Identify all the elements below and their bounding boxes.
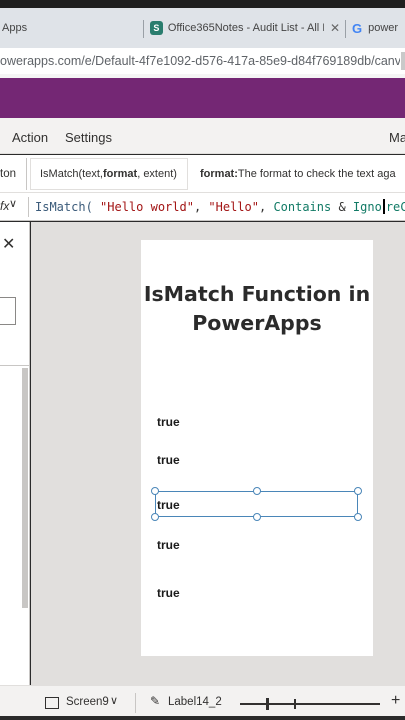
tab-close-icon[interactable]: ✕ (330, 21, 340, 35)
tab-google-label: power (368, 22, 399, 34)
sharepoint-icon: S (150, 21, 163, 35)
tab-audit-list[interactable]: S Office365Notes - Audit List - All Iter… (150, 8, 340, 48)
token-sep-2: , (258, 200, 274, 214)
screen-title[interactable]: IsMatch Function in PowerApps (141, 280, 373, 338)
resize-handle[interactable] (253, 513, 261, 521)
zoom-slider-thumb[interactable] (266, 698, 269, 710)
browser-tab-strip: Apps S Office365Notes - Audit List - All… (0, 8, 405, 48)
token-function: IsMatch( (35, 200, 93, 214)
result-label-3-selected[interactable]: true (157, 498, 180, 512)
tab-separator (345, 20, 346, 38)
panel-search-input[interactable] (0, 297, 16, 325)
resize-handle[interactable] (253, 487, 261, 495)
close-icon[interactable]: ✕ (2, 234, 15, 254)
fx-icon: fx (0, 199, 10, 213)
tab-audit-label: Office365Notes - Audit List - All Iter (167, 22, 324, 34)
chevron-down-icon[interactable]: ∨ (9, 197, 17, 210)
formula-divider (28, 197, 29, 217)
resize-handle[interactable] (354, 513, 362, 521)
function-signature: IsMatch(text, format, extent) (30, 158, 188, 190)
app-screen[interactable]: IsMatch Function in PowerApps true true … (141, 240, 373, 656)
resize-handle[interactable] (151, 487, 159, 495)
resize-handle[interactable] (354, 487, 362, 495)
tab-google[interactable]: G power (352, 8, 405, 48)
status-bar: Screen9 ∨ ✎ Label14_2 + (0, 685, 405, 720)
result-label-1[interactable]: true (157, 415, 180, 429)
param-name: format: (200, 168, 238, 180)
param-description: format: The format to check the text aga (200, 158, 405, 190)
properties-panel: ✕ (0, 222, 30, 685)
google-icon: G (352, 20, 363, 36)
status-divider (135, 693, 136, 713)
zoom-in-icon[interactable]: + (391, 692, 400, 710)
property-dropdown-fragment[interactable]: ton (0, 158, 27, 190)
resize-handle[interactable] (151, 513, 159, 521)
text-cursor (382, 199, 385, 214)
menu-settings[interactable]: Settings (65, 130, 112, 145)
menu-more-fragment[interactable]: Ma (389, 130, 405, 145)
os-top-edge (0, 0, 405, 8)
token-string-2: "Hello" (208, 200, 259, 214)
powerapps-header (0, 78, 405, 118)
panel-divider (0, 365, 30, 366)
param-desc: The format to check the text aga (237, 168, 396, 180)
result-label-2[interactable]: true (157, 453, 180, 467)
result-label-5[interactable]: true (157, 586, 180, 600)
ribbon-menu: Action Settings Ma (0, 118, 405, 154)
formula-bar: fx ∨ IsMatch( "Hello world", "Hello", Co… (0, 193, 405, 221)
window-bottom-edge (0, 716, 405, 720)
property-fragment-label: ton (0, 168, 16, 180)
tab-apps[interactable]: Apps (0, 8, 40, 48)
formula-input[interactable]: IsMatch( "Hello world", "Hello", Contain… (35, 199, 405, 214)
token-string-1: "Hello world" (100, 200, 194, 214)
zoom-slider-tick (294, 699, 296, 709)
screen-icon (45, 697, 59, 709)
zoom-slider[interactable] (240, 703, 380, 705)
signature-prefix: IsMatch(text, (40, 168, 103, 180)
result-label-4[interactable]: true (157, 538, 180, 552)
signature-suffix: , extent) (137, 168, 177, 180)
token-ampersand: & (331, 200, 353, 214)
panel-scrollbar[interactable] (22, 368, 28, 608)
url-text: owerapps.com/e/Default-4f7e1092-d576-417… (0, 54, 400, 68)
tab-apps-label: Apps (2, 22, 28, 34)
screen-selector[interactable]: Screen9 (66, 696, 109, 708)
tab-separator (143, 20, 144, 38)
token-contains: Contains (273, 200, 332, 214)
menu-action[interactable]: Action (12, 130, 48, 145)
address-bar[interactable]: owerapps.com/e/Default-4f7e1092-d576-417… (0, 48, 405, 74)
label-edit-icon: ✎ (150, 694, 161, 708)
address-bar-edge (401, 52, 405, 70)
token-sep-1: , (193, 200, 209, 214)
function-hint-bar: ton IsMatch(text, format, extent) format… (0, 155, 405, 193)
control-selector[interactable]: Label14_2 (168, 696, 222, 708)
signature-active-param: format (102, 168, 138, 180)
chevron-down-icon[interactable]: ∨ (110, 694, 118, 707)
token-ignorecase-end: reC (385, 200, 405, 214)
token-ignorecase-start: Igno (352, 200, 382, 214)
